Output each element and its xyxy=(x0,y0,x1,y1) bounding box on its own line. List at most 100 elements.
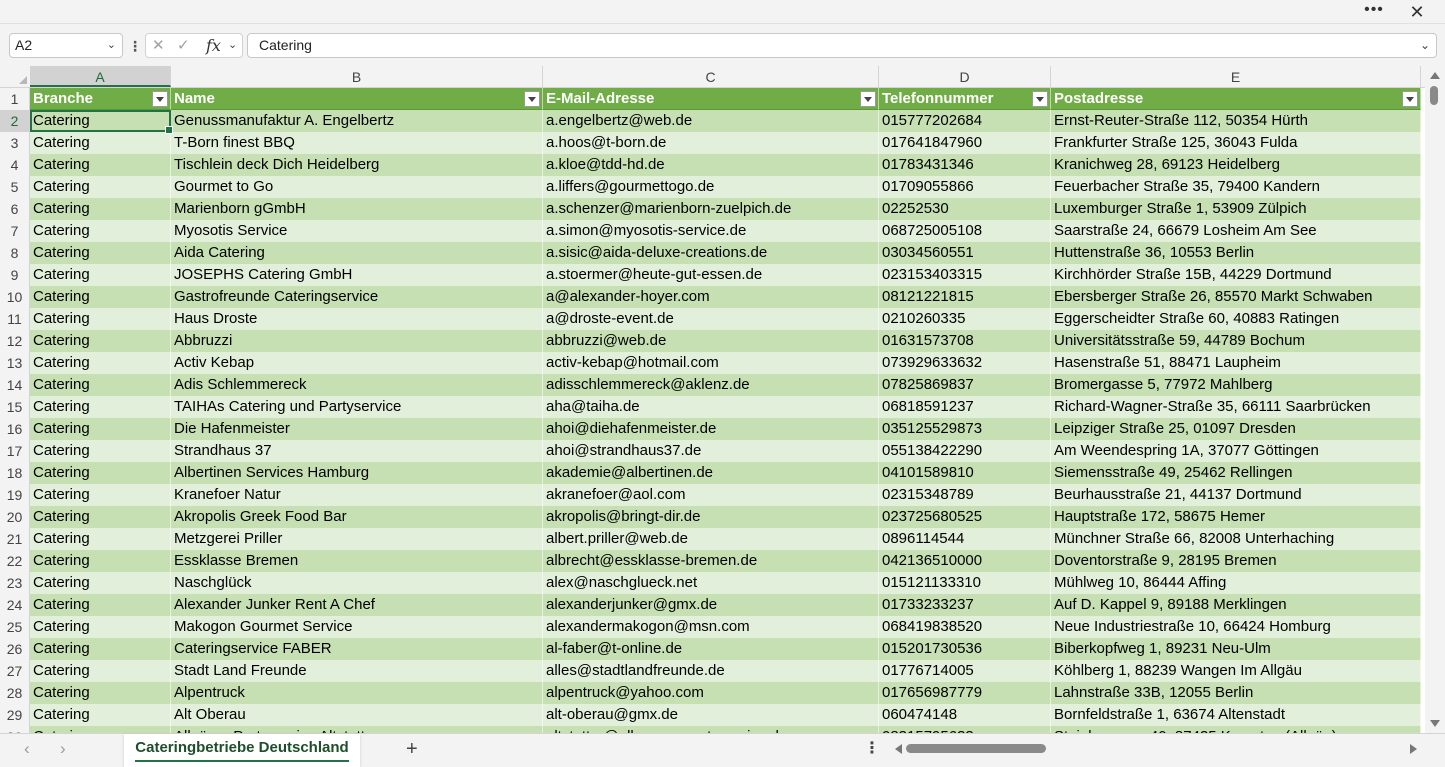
column-header-a[interactable]: A xyxy=(30,66,171,87)
cell-branche[interactable]: Catering xyxy=(30,242,171,264)
cell-branche[interactable]: Catering xyxy=(30,396,171,418)
cell-name[interactable]: Essklasse Bremen xyxy=(171,550,543,572)
cell-branche[interactable]: Catering xyxy=(30,660,171,682)
cell-phone[interactable]: 08315795633 xyxy=(879,726,1051,733)
column-header-e[interactable]: E xyxy=(1051,66,1421,87)
column-header-c[interactable]: C xyxy=(543,66,879,87)
cell-address[interactable]: Kranichweg 28, 69123 Heidelberg xyxy=(1051,154,1421,176)
cell-address[interactable]: Am Weendespring 1A, 37077 Göttingen xyxy=(1051,440,1421,462)
scroll-down-icon[interactable] xyxy=(1430,720,1440,727)
cell-phone[interactable]: 01709055866 xyxy=(879,176,1051,198)
cell-name[interactable]: Cateringservice FABER xyxy=(171,638,543,660)
row-header[interactable]: 20 xyxy=(0,506,30,528)
cell-phone[interactable]: 017656987779 xyxy=(879,682,1051,704)
row-header[interactable]: 6 xyxy=(0,198,30,220)
cell-branche[interactable]: Catering xyxy=(30,572,171,594)
cell-branche[interactable]: Catering xyxy=(30,418,171,440)
cell-branche[interactable]: Catering xyxy=(30,374,171,396)
row-header[interactable]: 14 xyxy=(0,374,30,396)
cell-branche[interactable]: Catering xyxy=(30,198,171,220)
row-header[interactable]: 22 xyxy=(0,550,30,572)
cell-address[interactable]: Bornfeldstraße 1, 63674 Altenstadt xyxy=(1051,704,1421,726)
cell-name[interactable]: Aida Catering xyxy=(171,242,543,264)
cell-name[interactable]: Alexander Junker Rent A Chef xyxy=(171,594,543,616)
cell-phone[interactable]: 01733233237 xyxy=(879,594,1051,616)
cell-email[interactable]: activ-kebap@hotmail.com xyxy=(543,352,879,374)
cell-phone[interactable]: 023153403315 xyxy=(879,264,1051,286)
cell-email[interactable]: a@alexander-hoyer.com xyxy=(543,286,879,308)
cell-address[interactable]: Ebersberger Straße 26, 85570 Markt Schwa… xyxy=(1051,286,1421,308)
cell-name[interactable]: Activ Kebap xyxy=(171,352,543,374)
row-header[interactable]: 4 xyxy=(0,154,30,176)
cell-name[interactable]: TAIHAs Catering und Partyservice xyxy=(171,396,543,418)
cell-address[interactable]: Biberkopfweg 1, 89231 Neu-Ulm xyxy=(1051,638,1421,660)
cell-name[interactable]: Myosotis Service xyxy=(171,220,543,242)
cell-name[interactable]: Allgäuer Partyservice Altstetter xyxy=(171,726,543,733)
row-header[interactable]: 12 xyxy=(0,330,30,352)
row-header[interactable]: 21 xyxy=(0,528,30,550)
cell-branche[interactable]: Catering xyxy=(30,220,171,242)
cell-email[interactable]: albert.priller@web.de xyxy=(543,528,879,550)
sheet-tab-active[interactable]: Cateringbetriebe Deutschland xyxy=(124,734,360,767)
cell-phone[interactable]: 015201730536 xyxy=(879,638,1051,660)
cell-branche[interactable]: Catering xyxy=(30,330,171,352)
cell-phone[interactable]: 08121221815 xyxy=(879,286,1051,308)
cell-email[interactable]: abbruzzi@web.de xyxy=(543,330,879,352)
vertical-scrollbar[interactable] xyxy=(1425,66,1445,733)
cell-address[interactable]: Eggerscheidter Straße 60, 40883 Ratingen xyxy=(1051,308,1421,330)
cell-address[interactable]: Frankfurter Straße 125, 36043 Fulda xyxy=(1051,132,1421,154)
cell-branche[interactable]: Catering xyxy=(30,308,171,330)
cell-phone[interactable]: 04101589810 xyxy=(879,462,1051,484)
row-header[interactable]: 8 xyxy=(0,242,30,264)
chevron-down-icon[interactable]: ⌄ xyxy=(107,34,116,57)
row-header[interactable]: 30 xyxy=(0,726,30,733)
cell-branche[interactable]: Catering xyxy=(30,616,171,638)
formula-bar-options-icon[interactable]: ⋮ xyxy=(128,36,142,56)
name-box[interactable]: A2 ⌄ xyxy=(9,33,123,58)
previous-sheet-icon[interactable]: ‹ xyxy=(24,739,30,759)
cell-email[interactable]: a.engelbertz@web.de xyxy=(543,110,879,132)
cell-email[interactable]: a.stoermer@heute-gut-essen.de xyxy=(543,264,879,286)
cell-phone[interactable]: 068419838520 xyxy=(879,616,1051,638)
cell-email[interactable]: a.sisic@aida-deluxe-creations.de xyxy=(543,242,879,264)
cell-address[interactable]: Köhlberg 1, 88239 Wangen Im Allgäu xyxy=(1051,660,1421,682)
cell-branche[interactable]: Catering xyxy=(30,462,171,484)
row-header[interactable]: 9 xyxy=(0,264,30,286)
cell-name[interactable]: Haus Droste xyxy=(171,308,543,330)
cell-name[interactable]: Albertinen Services Hamburg xyxy=(171,462,543,484)
cell-name[interactable]: Adis Schlemmereck xyxy=(171,374,543,396)
cell-branche[interactable]: Catering xyxy=(30,440,171,462)
row-header[interactable]: 11 xyxy=(0,308,30,330)
cell-email[interactable]: altstetter@allgaeuer-partyservice.de xyxy=(543,726,879,733)
cell-phone[interactable]: 035125529873 xyxy=(879,418,1051,440)
row-header[interactable]: 24 xyxy=(0,594,30,616)
filter-dropdown-icon[interactable] xyxy=(524,91,540,107)
cell-address[interactable]: Bromergasse 5, 77972 Mahlberg xyxy=(1051,374,1421,396)
row-header[interactable]: 5 xyxy=(0,176,30,198)
cell-name[interactable]: Alt Oberau xyxy=(171,704,543,726)
cell-email[interactable]: a.liffers@gourmettogo.de xyxy=(543,176,879,198)
cell-name[interactable]: JOSEPHS Catering GmbH xyxy=(171,264,543,286)
cell-branche[interactable]: Catering xyxy=(30,132,171,154)
row-header[interactable]: 10 xyxy=(0,286,30,308)
cell-name[interactable]: Genussmanufaktur A. Engelbertz xyxy=(171,110,543,132)
select-all-button[interactable] xyxy=(0,66,30,87)
chevron-down-icon[interactable]: ⌄ xyxy=(228,34,237,57)
cell-address[interactable]: Leipziger Straße 25, 01097 Dresden xyxy=(1051,418,1421,440)
header-cell-address[interactable]: Postadresse xyxy=(1051,88,1421,110)
filter-dropdown-icon[interactable] xyxy=(1402,91,1418,107)
filter-dropdown-icon[interactable] xyxy=(152,91,168,107)
cell-branche[interactable]: Catering xyxy=(30,110,171,132)
row-header[interactable]: 18 xyxy=(0,462,30,484)
cell-address[interactable]: Neue Industriestraße 10, 66424 Homburg xyxy=(1051,616,1421,638)
cancel-icon[interactable]: ✕ xyxy=(152,34,165,57)
cell-email[interactable]: a.kloe@tdd-hd.de xyxy=(543,154,879,176)
scroll-up-icon[interactable] xyxy=(1430,72,1440,79)
cell-phone[interactable]: 01783431346 xyxy=(879,154,1051,176)
cell-phone[interactable]: 017641847960 xyxy=(879,132,1051,154)
cell-branche[interactable]: Catering xyxy=(30,682,171,704)
cell-branche[interactable]: Catering xyxy=(30,528,171,550)
cell-address[interactable]: Universitätsstraße 59, 44789 Bochum xyxy=(1051,330,1421,352)
cell-email[interactable]: aha@taiha.de xyxy=(543,396,879,418)
cell-phone[interactable]: 060474148 xyxy=(879,704,1051,726)
